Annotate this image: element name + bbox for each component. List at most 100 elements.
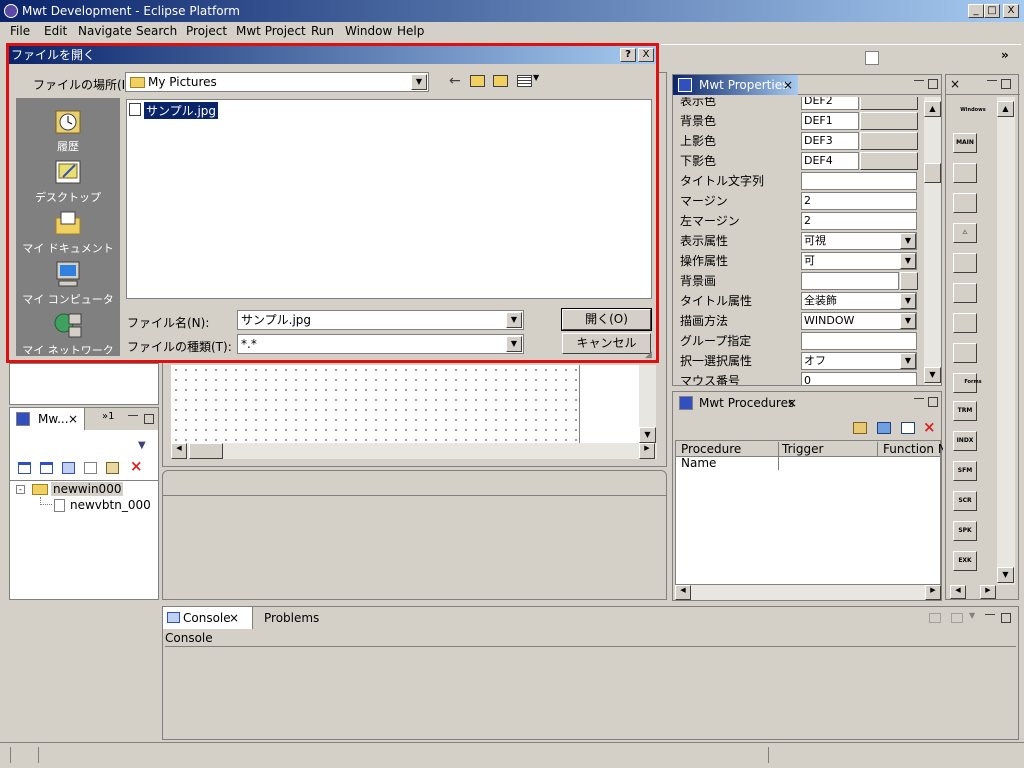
palette-window-button[interactable]: MAIN [953, 133, 977, 153]
pin-console-icon[interactable] [929, 613, 941, 623]
palette-form-button[interactable]: TRM [953, 401, 977, 421]
close-icon[interactable]: × [229, 607, 239, 629]
palette-form-button[interactable]: EXK [953, 551, 977, 571]
new-window-icon[interactable] [18, 462, 31, 474]
delete-icon[interactable]: × [130, 457, 143, 475]
palette-window-button[interactable] [953, 343, 977, 363]
color-swatch-button[interactable] [860, 132, 918, 150]
palette-scrollbar[interactable]: ▲ ▼ [997, 97, 1015, 585]
hierarchy-icon[interactable] [62, 462, 75, 474]
menu-help[interactable]: Help [397, 24, 424, 38]
menu-project[interactable]: Project [186, 24, 227, 38]
property-value[interactable]: 0 [801, 372, 917, 385]
tab-problems[interactable]: Problems [264, 611, 319, 625]
help-button[interactable]: ? [620, 48, 636, 62]
property-value[interactable]: 2 [801, 212, 917, 230]
menu-run[interactable]: Run [311, 24, 334, 38]
palette-window-button[interactable] [953, 163, 977, 183]
view-menu-icon[interactable]: ▼ [138, 440, 146, 451]
palette-form-button[interactable]: SPK [953, 521, 977, 541]
place-my-computer[interactable]: マイ コンピュータ [16, 259, 120, 307]
color-swatch-button[interactable] [860, 97, 918, 110]
palette-scroll-right[interactable]: ▶ [980, 585, 996, 599]
chevron-down-icon[interactable]: ▼ [533, 73, 539, 82]
resize-grip[interactable]: ◢ [645, 350, 652, 360]
tree-item-newwin000[interactable]: newwin000 [51, 482, 124, 496]
place-desktop[interactable]: デスクトップ [16, 157, 120, 205]
toolbar-overflow-icon[interactable]: » [1001, 48, 1009, 62]
place-my-network[interactable]: マイ ネットワーク [16, 310, 120, 354]
maximize-icon[interactable] [1001, 613, 1011, 623]
tab-console[interactable]: Console × [163, 607, 253, 629]
palette-minimize-icon[interactable] [987, 80, 997, 82]
close-icon[interactable]: × [783, 75, 793, 95]
palette-close-icon[interactable]: × [950, 77, 960, 91]
design-canvas[interactable] [171, 365, 579, 443]
tree-item-newvbtn-000[interactable]: newvbtn_000 [70, 498, 151, 512]
minimize-icon[interactable] [985, 614, 995, 616]
new-form-icon[interactable] [40, 462, 53, 474]
property-value[interactable]: DEF4 [801, 152, 859, 170]
palette-scroll-down[interactable]: ▼ [997, 567, 1014, 583]
palette-window-button[interactable]: ⚠ [953, 223, 977, 243]
maximize-icon[interactable] [928, 79, 938, 89]
palette-window-button[interactable] [953, 253, 977, 273]
chevron-down-icon[interactable]: ▼ [900, 253, 916, 269]
menu-edit[interactable]: Edit [44, 24, 67, 38]
palette-form-button[interactable]: INDX [953, 431, 977, 451]
minimize-icon[interactable] [914, 80, 924, 82]
tab-mwt-procedures[interactable]: Mwt Procedures × [673, 392, 803, 414]
place-history[interactable]: 履歴 [16, 106, 120, 154]
properties-scrollbar[interactable]: ▲ ▼ [924, 97, 941, 385]
column-procedure-name[interactable]: Procedure Name [681, 442, 779, 470]
editor-vscroll[interactable]: ▼ [639, 365, 656, 443]
chevron-down-icon[interactable]: ▼ [900, 233, 916, 249]
menu-navigate[interactable]: Navigate [78, 24, 132, 38]
scroll-down-button[interactable]: ▼ [924, 367, 941, 383]
procedures-hscroll[interactable]: ◀ ▶ [675, 585, 941, 600]
color-swatch-button[interactable] [860, 112, 918, 130]
property-value[interactable] [801, 272, 899, 290]
close-button[interactable]: X [1003, 4, 1019, 18]
open-button[interactable]: 開く(O) [561, 308, 652, 331]
chevron-down-icon[interactable]: ▼ [506, 312, 522, 328]
palette-maximize-icon[interactable] [1001, 79, 1011, 89]
property-value[interactable] [801, 172, 917, 190]
palette-window-button[interactable] [953, 313, 977, 333]
palette-hscroll[interactable]: ◀ ▶ [950, 585, 996, 599]
new-procedure-icon[interactable] [853, 422, 867, 434]
palette-scroll-up[interactable]: ▲ [997, 101, 1014, 117]
property-value[interactable]: 2 [801, 192, 917, 210]
property-value[interactable]: DEF1 [801, 112, 859, 130]
palette-window-button[interactable] [953, 193, 977, 213]
dialog-close-button[interactable]: X [638, 48, 654, 62]
filetype-select[interactable]: *.* ▼ [237, 334, 524, 354]
column-function-name[interactable]: Function Na [883, 442, 943, 456]
color-swatch-button[interactable] [860, 152, 918, 170]
cancel-button[interactable]: キャンセル [562, 333, 651, 354]
property-value[interactable]: DEF3 [801, 132, 859, 150]
filename-input[interactable]: サンプル.jpg ▼ [237, 310, 524, 330]
chevron-down-icon[interactable]: ▼ [900, 293, 916, 309]
tree-collapse-icon[interactable]: - [16, 485, 25, 494]
maximize-icon[interactable] [144, 414, 154, 424]
place-my-documents[interactable]: マイ ドキュメント [16, 208, 120, 256]
window-icon[interactable] [901, 422, 915, 434]
editor-scroll-thumb[interactable] [189, 443, 223, 459]
maximize-icon[interactable] [928, 397, 938, 407]
menu-file[interactable]: File [10, 24, 30, 38]
property-value[interactable] [801, 332, 917, 350]
chevron-down-icon[interactable]: ▼ [506, 336, 522, 352]
minimize-icon[interactable] [128, 415, 138, 417]
editor-hscroll[interactable]: ◀ ▶ [171, 443, 657, 459]
tab-mwt-properties[interactable]: Mwt Properties × [673, 75, 798, 95]
maximize-button[interactable]: □ [984, 4, 1000, 18]
tab-overflow-icon[interactable]: »1 [102, 411, 114, 422]
minimize-button[interactable]: _ [968, 4, 984, 18]
up-folder-icon[interactable] [470, 75, 485, 87]
property-value[interactable]: DEF2 [801, 97, 859, 110]
palette-scroll-left[interactable]: ◀ [950, 585, 966, 599]
dropdown-icon[interactable]: ▼ [969, 611, 975, 620]
copy-icon[interactable] [84, 462, 97, 474]
view-menu-icon[interactable] [517, 75, 532, 87]
